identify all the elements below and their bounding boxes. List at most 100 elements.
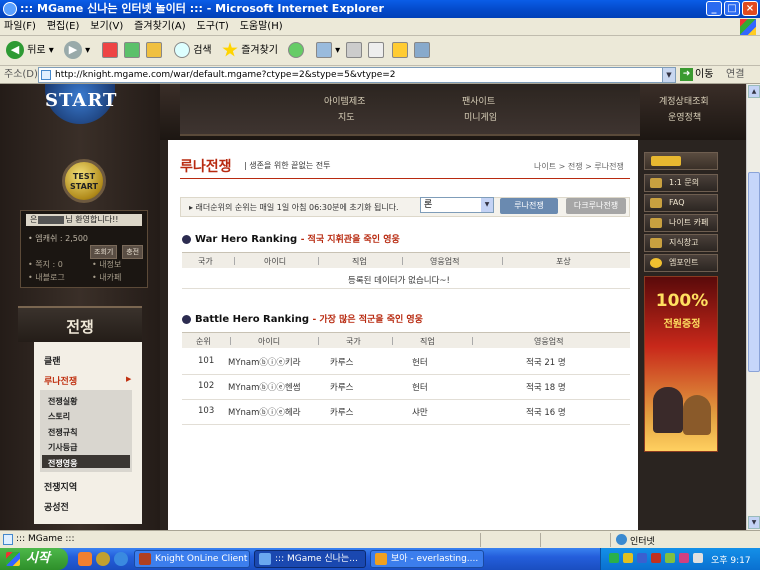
back-button[interactable]: ◀ 뒤로 ▾	[6, 41, 54, 61]
nav-item-crafting[interactable]: 아이템제조	[324, 94, 365, 107]
mail-icon	[316, 42, 332, 58]
nav-item-minigame[interactable]: 미니게임	[464, 110, 497, 123]
tray-volume-icon[interactable]	[693, 553, 703, 563]
messenger-button[interactable]	[414, 41, 430, 61]
history-button[interactable]	[288, 41, 304, 61]
nav-item-policy[interactable]: 운영정책	[668, 110, 701, 123]
address-dropdown-icon[interactable]: ▼	[662, 68, 675, 82]
empty-data-message: 등록된 데이터가 없습니다~!	[348, 276, 450, 286]
test-start-button[interactable]: TEST START	[62, 159, 106, 203]
stop-button[interactable]	[102, 41, 118, 61]
tray-app-icon[interactable]	[637, 553, 647, 563]
title-divider	[180, 178, 630, 179]
ie-icon	[259, 553, 271, 565]
menu-favorites[interactable]: 즐겨찾기(A)	[130, 18, 189, 36]
tray-v-icon[interactable]	[679, 553, 689, 563]
inquiry-button[interactable]: 1:1 문의	[644, 174, 718, 192]
menu-edit[interactable]: 편집(E)	[43, 18, 84, 36]
menu-item-war-zone[interactable]: 전쟁지역	[44, 480, 77, 493]
scroll-up-icon[interactable]: ▲	[748, 85, 760, 98]
maximize-button[interactable]: □	[724, 1, 740, 16]
right-sidebar: 1:1 문의 FAQ 나이트 카페 지식창고 엠포인트 100% 전원증정	[642, 140, 720, 530]
task-mgame-ie[interactable]: ::: MGame 신나는...	[254, 550, 366, 568]
dark-luna-war-button[interactable]: 다크루나전쟁	[566, 198, 626, 214]
forward-arrow-icon: ▶	[64, 41, 82, 59]
menu-view[interactable]: 보기(V)	[86, 18, 127, 36]
sword-icon	[650, 178, 662, 188]
menu-item-luna-war[interactable]: 루나전쟁	[44, 374, 77, 387]
scroll-down-icon[interactable]: ▼	[748, 516, 760, 529]
menu-file[interactable]: 파일(F)	[0, 18, 40, 36]
window-title-bar[interactable]: ::: MGame 신나는 인터넷 놀이터 ::: - Microsoft In…	[0, 0, 760, 18]
faq-button[interactable]: FAQ	[644, 194, 718, 212]
charge-button[interactable]: 충전	[122, 245, 144, 259]
scroll-thumb[interactable]	[748, 172, 760, 372]
status-text: ::: MGame :::	[16, 534, 75, 544]
tray-update-icon[interactable]	[665, 553, 675, 563]
address-input[interactable]: http://knight.mgame.com/war/default.mgam…	[38, 67, 676, 83]
links-label[interactable]: 연결	[726, 67, 744, 83]
menu-help[interactable]: 도움말(H)	[236, 18, 287, 36]
start-button[interactable]: 시작	[0, 548, 68, 570]
toolbar: ◀ 뒤로 ▾ ▶ ▾ 검색 즐겨찾기 ▾	[0, 36, 760, 66]
chevron-down-icon[interactable]: ▼	[481, 198, 493, 212]
character-illustration	[683, 395, 711, 435]
mycafe-link[interactable]: • 내카페	[92, 272, 121, 283]
mail-button[interactable]: ▾	[316, 41, 340, 61]
col-reward: 포상	[556, 257, 571, 266]
forward-button[interactable]: ▶ ▾	[64, 41, 90, 61]
nav-item-fansite[interactable]: 팬사이트	[462, 94, 495, 107]
mpoint-button[interactable]: 엠포인트	[644, 254, 718, 272]
nav-item-account-status[interactable]: 계정상태조회	[659, 94, 709, 107]
submenu-item-war-hero[interactable]: 전쟁영웅	[48, 458, 77, 469]
search-button[interactable]: 검색	[174, 41, 212, 61]
character-illustration	[653, 387, 683, 433]
knight-cafe-button[interactable]: 나이트 카페	[644, 214, 718, 232]
task-knight-online[interactable]: Knight OnLine Client	[134, 550, 250, 568]
vertical-scrollbar[interactable]: ▲ ▼	[746, 84, 760, 530]
address-label: 주소(D)	[4, 69, 38, 80]
edit-button[interactable]	[368, 41, 384, 61]
quick-menu-icon	[651, 155, 681, 166]
tray-security-icon[interactable]	[651, 553, 661, 563]
task-boa-player[interactable]: 보아 - everlasting....	[370, 550, 484, 568]
menu-tools[interactable]: 도구(T)	[193, 18, 233, 36]
tray-messenger-icon[interactable]	[623, 553, 633, 563]
go-button[interactable]: ➜ 이동	[680, 67, 713, 83]
media-player-icon	[375, 553, 387, 565]
home-button[interactable]	[146, 41, 162, 61]
myblog-link[interactable]: • 내블로그	[28, 272, 65, 283]
windows-flag-icon	[6, 552, 20, 566]
submenu-item-live[interactable]: 전쟁실황	[48, 396, 77, 407]
submenu-item-story[interactable]: 스토리	[48, 411, 70, 422]
print-button[interactable]	[346, 41, 362, 61]
quicklaunch-app-icon[interactable]	[78, 552, 92, 566]
message-link[interactable]: • 쪽지 : 0	[28, 259, 63, 270]
quicklaunch-ie-icon[interactable]	[114, 552, 128, 566]
page-icon	[41, 70, 51, 80]
lookup-button[interactable]: 조회기	[90, 245, 118, 259]
knowledge-button[interactable]: 지식창고	[644, 234, 718, 252]
menu-item-siege[interactable]: 공성전	[44, 500, 69, 513]
promo-banner[interactable]: 100% 전원증정	[644, 276, 718, 452]
close-button[interactable]: ×	[742, 1, 758, 16]
tray-network-icon[interactable]	[609, 553, 619, 563]
masked-username	[38, 215, 65, 224]
menu-item-clan[interactable]: 클랜	[44, 354, 61, 367]
luna-war-button[interactable]: 루나전쟁	[500, 198, 558, 214]
discuss-button[interactable]	[392, 41, 408, 61]
mileage-balance: • 엠캐쉬 : 2,500	[28, 234, 89, 243]
quicklaunch-media-icon[interactable]	[96, 552, 110, 566]
coin-icon	[650, 258, 662, 268]
myinfo-link[interactable]: • 내정보	[92, 259, 121, 270]
submenu-item-knight-rank[interactable]: 기사등급	[48, 442, 77, 453]
clock[interactable]: 오후 9:17	[711, 553, 751, 566]
submenu-item-rules[interactable]: 전쟁규칙	[48, 427, 77, 438]
col-rank: 순위	[196, 337, 211, 346]
nav-item-map[interactable]: 지도	[338, 110, 355, 123]
address-url: http://knight.mgame.com/war/default.mgam…	[55, 70, 396, 80]
quick-icons[interactable]	[644, 152, 718, 170]
favorites-button[interactable]: 즐겨찾기	[222, 41, 278, 61]
minimize-button[interactable]: _	[706, 1, 722, 16]
refresh-button[interactable]	[124, 41, 140, 61]
